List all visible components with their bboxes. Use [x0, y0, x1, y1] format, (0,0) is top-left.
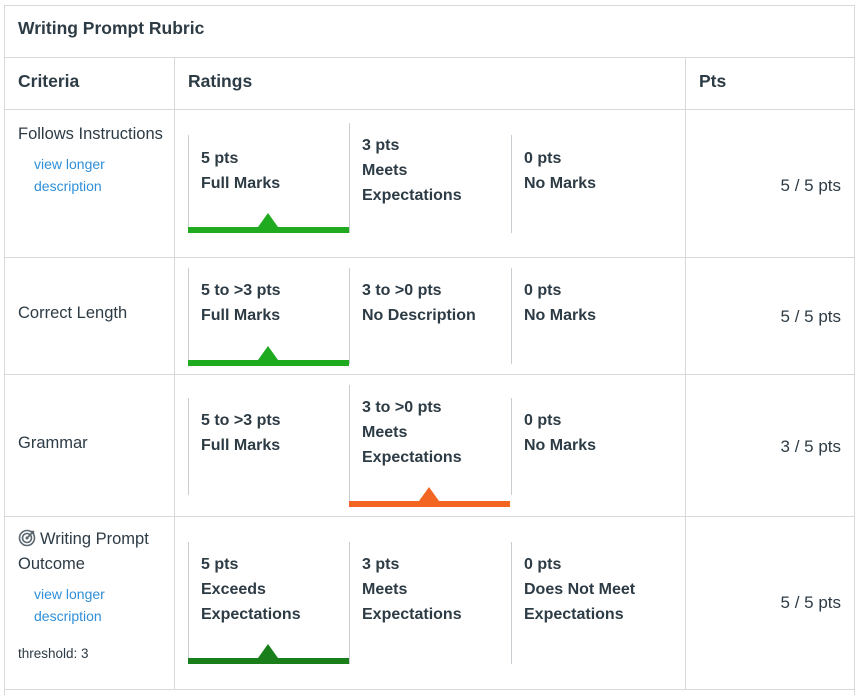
rating-description: Meets Expectations [362, 424, 462, 466]
criterion-name: Correct Length [18, 304, 128, 322]
outcome-threshold: threshold: 3 [18, 646, 89, 661]
rating-cell[interactable]: 3 to >0 pts Meets Expectations [349, 375, 510, 517]
rating-points: 5 to >3 pts [201, 412, 281, 429]
rating-text: 3 pts Meets Expectations [362, 133, 502, 208]
criterion-row-writing-prompt-outcome: Writing Prompt Outcome view longer descr… [5, 517, 854, 690]
column-divider [685, 110, 686, 257]
selected-rating-bar [188, 658, 349, 664]
column-divider [174, 517, 175, 689]
criterion-name: Follows Instructions [18, 125, 163, 143]
rubric-title-row: Writing Prompt Rubric [5, 6, 854, 58]
rating-text: 3 pts Meets Expectations [362, 552, 502, 627]
selected-rating-bar [188, 227, 349, 233]
rating-cell[interactable]: 5 pts Exceeds Expectations [188, 517, 349, 690]
rating-text: 0 pts No Marks [524, 408, 596, 458]
rating-text: 5 to >3 pts Full Marks [201, 278, 281, 328]
rating-cell[interactable]: 3 pts Meets Expectations [349, 110, 510, 258]
rating-description: No Marks [524, 437, 597, 454]
criterion-name: Grammar [18, 434, 88, 452]
rubric-table: Writing Prompt Rubric Criteria Ratings P… [4, 5, 855, 695]
view-longer-description-link[interactable]: view longer description [34, 153, 168, 197]
rating-points: 3 pts [362, 137, 400, 154]
column-divider [174, 110, 175, 257]
criterion-score: 5 / 5 pts [780, 593, 841, 612]
rating-points: 0 pts [524, 556, 562, 573]
rating-description: Exceeds Expectations [201, 581, 301, 623]
rating-description: Full Marks [201, 437, 281, 454]
rating-cell[interactable]: 0 pts No Marks [511, 258, 672, 375]
criterion-cell: Follows Instructions view longer descrip… [18, 122, 168, 197]
rating-points: 3 to >0 pts [362, 399, 442, 416]
rating-description: No Marks [524, 307, 597, 324]
selected-indicator-arrow [258, 644, 278, 658]
rating-text: 5 pts Exceeds Expectations [201, 552, 341, 627]
rating-description: Full Marks [201, 307, 281, 324]
rating-cell[interactable]: 0 pts No Marks [511, 375, 672, 517]
rating-text: 3 to >0 pts Meets Expectations [362, 395, 502, 470]
rating-description: Does Not Meet Expectations [524, 581, 636, 623]
rating-points: 3 pts [362, 556, 400, 573]
criterion-score: 3 / 5 pts [780, 437, 841, 456]
rating-description: No Description [362, 307, 476, 324]
column-divider [685, 258, 686, 374]
rating-cell[interactable]: 3 pts Meets Expectations [349, 517, 510, 690]
rating-points: 0 pts [524, 150, 562, 167]
rating-description: No Marks [524, 175, 597, 192]
rating-points: 0 pts [524, 412, 562, 429]
rating-points: 5 pts [201, 556, 239, 573]
rating-cell[interactable]: 5 to >3 pts Full Marks [188, 258, 349, 375]
rating-text: 0 pts No Marks [524, 146, 596, 196]
criterion-cell: Writing Prompt Outcome view longer descr… [18, 527, 168, 666]
criterion-cell: Correct Length [18, 301, 168, 326]
criterion-row-correct-length: Correct Length 5 to >3 pts Full Marks 3 … [5, 258, 854, 375]
rating-cell[interactable]: 5 to >3 pts Full Marks [188, 375, 349, 517]
criterion-score: 5 / 5 pts [780, 176, 841, 195]
rating-text: 0 pts Does Not Meet Expectations [524, 552, 669, 627]
rating-text: 3 to >0 pts No Description [362, 278, 476, 328]
rating-description: Full Marks [201, 175, 281, 192]
rating-points: 0 pts [524, 282, 562, 299]
criterion-row-follows-instructions: Follows Instructions view longer descrip… [5, 110, 854, 258]
rating-cell[interactable]: 0 pts Does Not Meet Expectations [511, 517, 672, 690]
criterion-name: Writing Prompt Outcome [18, 530, 149, 573]
selected-rating-bar [349, 501, 510, 507]
rating-text: 5 pts Full Marks [201, 146, 280, 196]
rating-points: 5 to >3 pts [201, 282, 281, 299]
selected-indicator-arrow [419, 487, 439, 501]
view-longer-description-link[interactable]: view longer description [34, 583, 168, 627]
outcome-target-icon [18, 529, 36, 547]
criterion-cell: Grammar [18, 431, 168, 456]
column-divider [685, 375, 686, 516]
rating-text: 0 pts No Marks [524, 278, 596, 328]
column-divider [174, 375, 175, 516]
rating-cell[interactable]: 3 to >0 pts No Description [349, 258, 510, 375]
header-criteria: Criteria [18, 71, 80, 91]
selected-rating-bar [188, 360, 349, 366]
criterion-score: 5 / 5 pts [780, 307, 841, 326]
criterion-row-grammar: Grammar 5 to >3 pts Full Marks 3 to >0 p… [5, 375, 854, 517]
rating-text: 5 to >3 pts Full Marks [201, 408, 281, 458]
rubric-title: Writing Prompt Rubric [18, 18, 205, 38]
rating-points: 5 pts [201, 150, 239, 167]
column-divider [685, 517, 686, 689]
rating-description: Meets Expectations [362, 162, 462, 204]
selected-indicator-arrow [258, 213, 278, 227]
header-ratings: Ratings [188, 71, 253, 91]
rating-cell[interactable]: 0 pts No Marks [511, 110, 672, 258]
column-divider [174, 58, 175, 109]
rating-cell[interactable]: 5 pts Full Marks [188, 110, 349, 258]
rating-description: Meets Expectations [362, 581, 462, 623]
header-pts: Pts [699, 71, 727, 91]
header-row: Criteria Ratings Pts [5, 58, 854, 110]
column-divider [174, 258, 175, 374]
rating-points: 3 to >0 pts [362, 282, 442, 299]
column-divider [685, 58, 686, 109]
selected-indicator-arrow [258, 346, 278, 360]
